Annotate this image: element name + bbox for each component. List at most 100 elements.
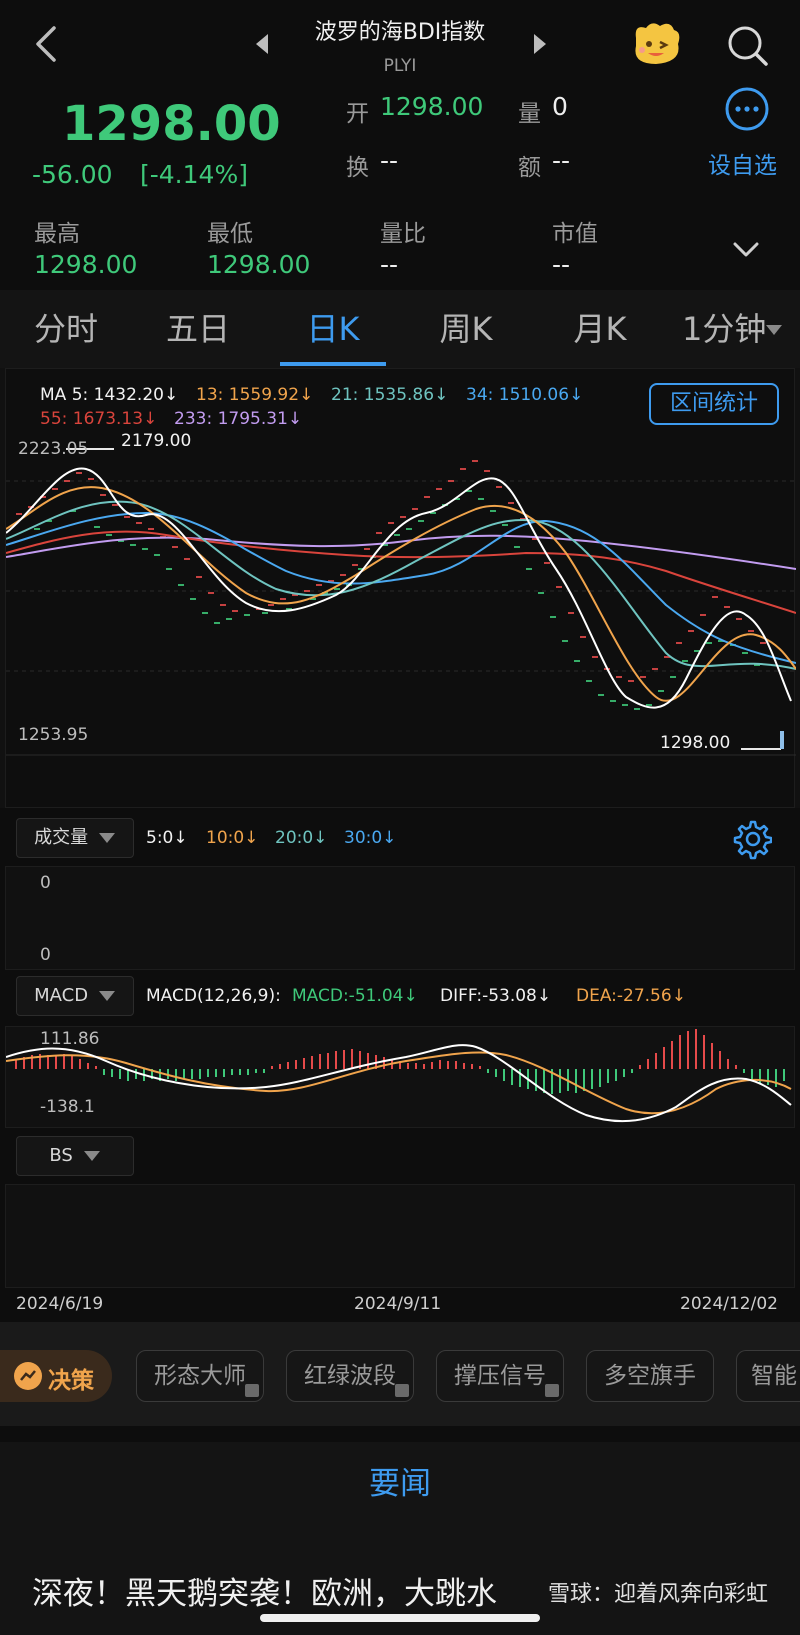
chip-red-green-band-label: 红绿波段 <box>304 1363 396 1389</box>
caret-down-icon[interactable] <box>764 322 784 336</box>
stock-title: 波罗的海BDI指数 <box>314 20 486 45</box>
expand-icon[interactable] <box>730 238 762 262</box>
macd-header: MACD MACD(12,26,9): MACD:-51.04↓ DIFF:-5… <box>0 970 800 1026</box>
volume-axis-bottom: 0 <box>40 945 51 965</box>
open-label: 开 <box>346 101 369 127</box>
last-price-label: 1298.00 <box>660 733 731 753</box>
home-indicator <box>260 1614 540 1622</box>
price-axis-bottom: 1253.95 <box>18 725 89 745</box>
volume-label: 量 <box>518 101 541 127</box>
volume-header: 成交量 5:0↓ 10:0↓ 20:0↓ 30:0↓ <box>0 808 800 866</box>
diff-value: DIFF:-53.08↓ <box>440 986 552 1006</box>
add-watchlist-button[interactable]: 设自选 <box>708 146 777 180</box>
date-axis: 2024/6/19 2024/9/11 2024/12/02 <box>0 1288 800 1322</box>
high-value: 1298.00 <box>34 250 138 279</box>
chip-pattern-master-label: 形态大师 <box>154 1363 246 1389</box>
chip-smart-label: 智能 <box>751 1363 797 1389</box>
decision-label: 决策 <box>48 1368 94 1394</box>
search-icon[interactable] <box>726 24 770 68</box>
turnover-label: 换 <box>346 155 369 181</box>
low-value: 1298.00 <box>207 250 311 279</box>
kline-chart-area: MA 5: 1432.20↓ 13: 1559.92↓ 21: 1535.86↓… <box>0 368 800 808</box>
prev-stock-icon[interactable] <box>252 32 272 56</box>
date-start: 2024/6/19 <box>16 1294 104 1314</box>
price-axis-top: 2223.05 <box>18 439 89 459</box>
amount-label: 额 <box>518 155 541 181</box>
turnover-value: -- <box>380 146 399 175</box>
price-change-pct: [-4.14%] <box>140 160 248 189</box>
volume-selector[interactable]: 成交量 <box>16 818 134 858</box>
amount-value: -- <box>552 146 571 175</box>
decision-badge[interactable]: 决策 <box>0 1350 112 1402</box>
macd-params: MACD(12,26,9): <box>146 986 281 1006</box>
macd-panel[interactable]: 111.86 -138.1 <box>5 1026 795 1128</box>
tab-daily-k[interactable]: 日K <box>280 290 386 368</box>
bs-selector-label: BS <box>49 1145 73 1166</box>
macd-selector-label: MACD <box>34 985 89 1006</box>
macd-value: MACD:-51.04↓ <box>292 986 418 1006</box>
last-price: 1298.00 <box>62 96 281 152</box>
lock-icon <box>545 1384 559 1397</box>
open-value: 1298.00 <box>380 92 484 121</box>
chip-long-short-label: 多空旗手 <box>604 1363 696 1389</box>
ma5-label: MA 5: 1432.20↓ <box>40 385 179 405</box>
kline-panel[interactable]: MA 5: 1432.20↓ 13: 1559.92↓ 21: 1535.86↓… <box>5 368 796 808</box>
vol-ma10: 10:0↓ <box>206 828 259 848</box>
macd-plot <box>6 1029 792 1123</box>
vol-ma20: 20:0↓ <box>275 828 328 848</box>
date-end: 2024/12/02 <box>680 1294 778 1314</box>
tab-five-day[interactable]: 五日 <box>148 290 248 368</box>
chip-pattern-master[interactable]: 形态大师 <box>136 1350 264 1402</box>
date-middle: 2024/9/11 <box>354 1294 442 1314</box>
macd-axis-bottom: -138.1 <box>40 1097 95 1117</box>
tab-weekly-k[interactable]: 周K <box>416 290 516 368</box>
ma55-label: 55: 1673.13↓ <box>40 409 158 429</box>
volume-value: 0 <box>552 92 568 121</box>
news-section: 要闻 深夜！黑天鹅突袭！欧洲，大跳水 雪球：迎着风奔向彩虹 <box>0 1442 800 1635</box>
tab-monthly-k[interactable]: 月K <box>550 290 650 368</box>
bs-selector[interactable]: BS <box>16 1136 134 1176</box>
market-cap-value: -- <box>552 250 571 279</box>
news-headline[interactable]: 深夜！黑天鹅突袭！欧洲，大跳水 <box>32 1568 497 1613</box>
volume-axis-top: 0 <box>40 873 51 893</box>
more-icon[interactable] <box>724 86 770 132</box>
volume-ratio-label: 量比 <box>380 221 426 247</box>
decision-icon <box>14 1362 42 1390</box>
lock-icon <box>245 1384 259 1397</box>
tab-intraday[interactable]: 分时 <box>16 290 116 368</box>
ma13-label: 13: 1559.92↓ <box>196 385 314 405</box>
back-icon[interactable] <box>28 22 68 66</box>
bs-panel[interactable] <box>5 1184 795 1288</box>
dea-value: DEA:-27.56↓ <box>576 986 686 1006</box>
macd-selector[interactable]: MACD <box>16 976 134 1016</box>
range-stats-button[interactable]: 区间统计 <box>649 383 779 425</box>
max-price-label: 2179.00 <box>121 431 192 451</box>
nav-bar: 波罗的海BDI指数 PLYI <box>0 0 800 90</box>
chip-red-green-band[interactable]: 红绿波段 <box>286 1350 414 1402</box>
next-stock-icon[interactable] <box>530 32 550 56</box>
vol-ma5: 5:0↓ <box>146 828 188 848</box>
vol-ma30: 30:0↓ <box>344 828 397 848</box>
ma233-label: 233: 1795.31↓ <box>174 409 303 429</box>
chip-smart[interactable]: 智能 <box>736 1350 800 1402</box>
news-header[interactable]: 要闻 <box>0 1458 800 1503</box>
lock-icon <box>395 1384 409 1397</box>
active-tab-indicator <box>280 362 386 366</box>
quote-panel: 1298.00 -56.00 [-4.14%] 开 1298.00 量 0 换 … <box>0 87 800 290</box>
watermark: 雪球：迎着风奔向彩虹 <box>548 1582 769 1607</box>
volume-selector-label: 成交量 <box>34 827 89 848</box>
mascot-icon[interactable] <box>630 18 682 68</box>
bs-header: BS <box>0 1128 800 1184</box>
chip-long-short[interactable]: 多空旗手 <box>586 1350 714 1402</box>
high-label: 最高 <box>34 221 80 247</box>
macd-axis-top: 111.86 <box>40 1029 100 1049</box>
period-tabs: 分时 五日 日K 周K 月K 1分钟 <box>0 290 800 368</box>
chip-support-resistance[interactable]: 撑压信号 <box>436 1350 564 1402</box>
settings-gear-icon[interactable] <box>730 818 773 860</box>
volume-panel[interactable]: 0 0 <box>5 866 795 970</box>
volume-ratio-value: -- <box>380 250 399 279</box>
price-change: -56.00 <box>32 160 113 189</box>
stock-code: PLYI <box>383 56 417 76</box>
chip-support-resistance-label: 撑压信号 <box>454 1363 546 1389</box>
market-cap-label: 市值 <box>552 221 598 247</box>
